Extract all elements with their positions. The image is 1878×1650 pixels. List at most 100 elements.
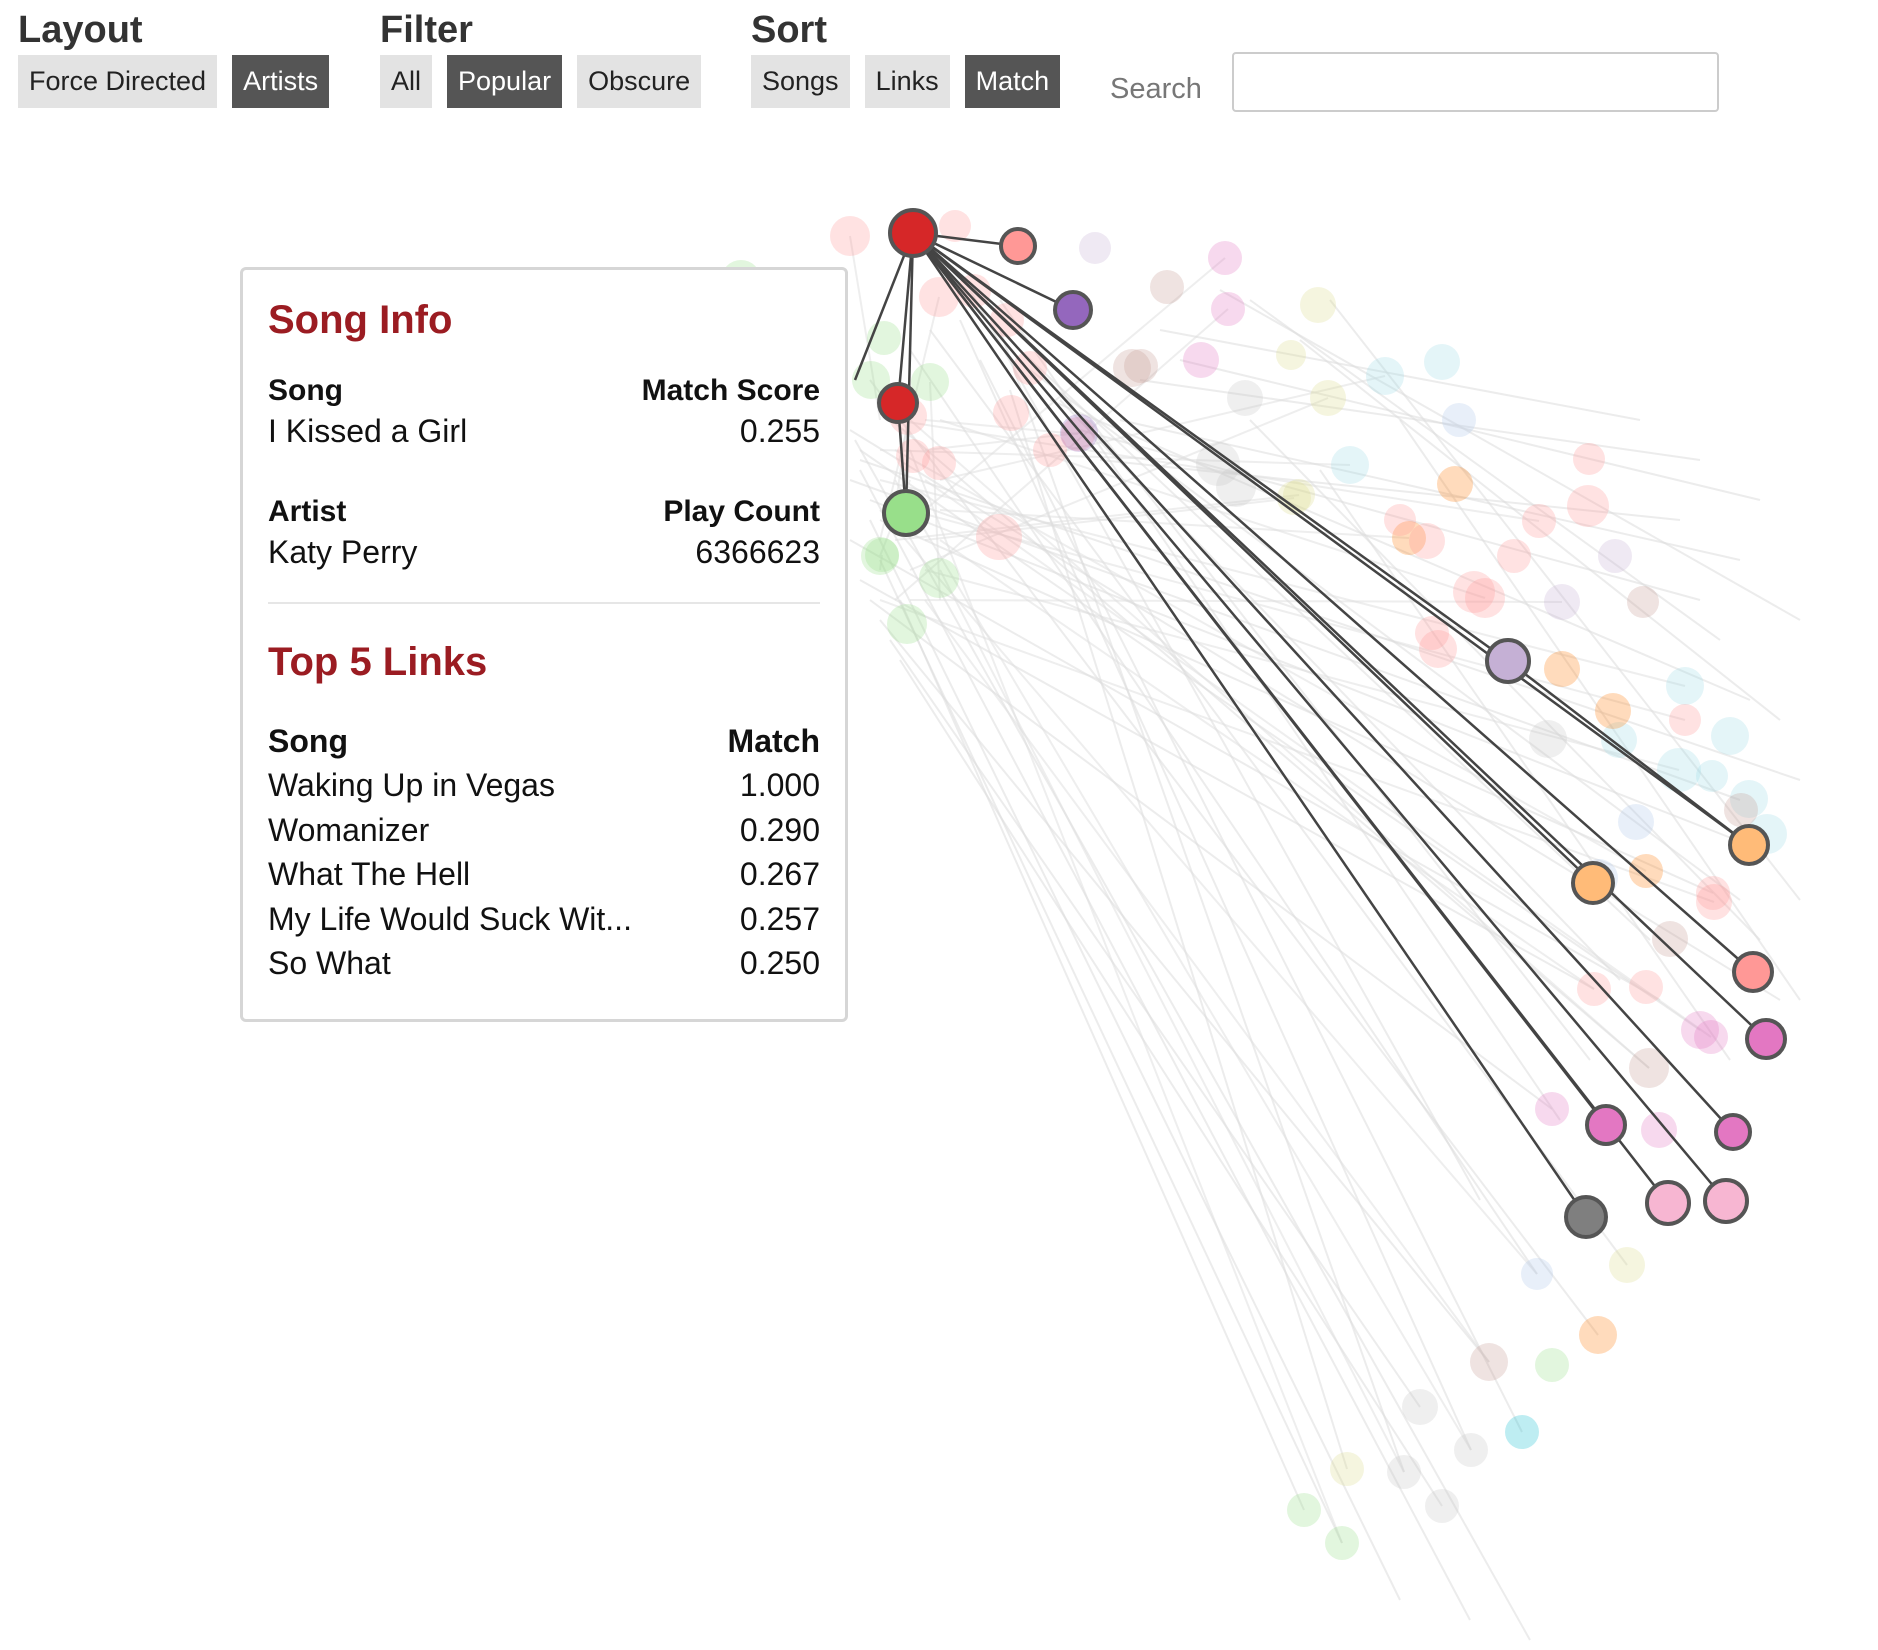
song-node[interactable] [1227, 380, 1263, 416]
song-node[interactable] [1573, 443, 1605, 475]
song-node[interactable] [1402, 1389, 1438, 1425]
filter-popular-button[interactable]: Popular [447, 55, 563, 108]
song-node[interactable] [1300, 287, 1336, 323]
song-node[interactable] [1629, 854, 1663, 888]
top-links-table: Song Match Waking Up in Vegas 1.000 Woma… [268, 719, 820, 986]
song-node[interactable] [1470, 1343, 1508, 1381]
song-node[interactable] [1598, 539, 1632, 573]
song-node[interactable] [1535, 1348, 1569, 1382]
song-node[interactable] [1079, 232, 1111, 264]
linked-song-node[interactable] [1732, 951, 1774, 993]
linked-song-node[interactable] [1571, 861, 1615, 905]
song-node[interactable] [1544, 651, 1580, 687]
linked-song-node[interactable] [882, 489, 930, 537]
force-directed-button[interactable]: Force Directed [18, 55, 218, 108]
song-node[interactable] [1366, 357, 1404, 395]
song-node[interactable] [1666, 667, 1704, 705]
song-node[interactable] [1641, 1112, 1677, 1148]
sort-links-button[interactable]: Links [864, 55, 950, 108]
linked-song-node[interactable] [1485, 638, 1531, 684]
song-node[interactable] [976, 514, 1022, 560]
linked-song-node[interactable] [999, 227, 1037, 265]
song-node[interactable] [1287, 1493, 1321, 1527]
song-node[interactable] [1694, 1020, 1728, 1054]
song-node[interactable] [1669, 704, 1701, 736]
song-node[interactable] [1150, 270, 1184, 304]
search-input[interactable] [1232, 52, 1719, 112]
song-node[interactable] [1424, 344, 1460, 380]
song-node[interactable] [1618, 804, 1654, 840]
link-song: Waking Up in Vegas [268, 767, 555, 803]
song-node[interactable] [1216, 467, 1256, 507]
match-score-value: 0.255 [739, 413, 820, 449]
linked-song-node[interactable] [1564, 1195, 1608, 1239]
highlighted-link [912, 232, 1734, 1133]
song-node[interactable] [1419, 630, 1457, 668]
song-node[interactable] [1211, 292, 1245, 326]
song-node[interactable] [1442, 403, 1476, 437]
selected-song-node[interactable] [888, 208, 938, 258]
link-match: 1.000 [739, 767, 820, 803]
link-song: So What [268, 945, 391, 982]
linked-song-node[interactable] [1645, 1180, 1691, 1226]
song-node[interactable] [1465, 578, 1505, 618]
song-node[interactable] [1183, 342, 1219, 378]
song-node[interactable] [1521, 1258, 1553, 1290]
song-node[interactable] [1579, 1316, 1617, 1354]
song-node[interactable] [1437, 466, 1473, 502]
song-node[interactable] [1627, 586, 1659, 618]
song-node[interactable] [1387, 1455, 1421, 1489]
song-node[interactable] [1276, 340, 1306, 370]
song-node[interactable] [1409, 523, 1445, 559]
song-node[interactable] [1696, 760, 1728, 792]
song-node[interactable] [1529, 720, 1567, 758]
table-row: Womanizer 0.290 [268, 808, 820, 853]
linked-song-node[interactable] [1703, 1178, 1749, 1224]
song-node[interactable] [1124, 349, 1158, 383]
sort-match-button[interactable]: Match [964, 55, 1061, 108]
song-node[interactable] [1544, 584, 1580, 620]
linked-song-node[interactable] [877, 382, 919, 424]
song-node[interactable] [1505, 1415, 1539, 1449]
filter-obscure-button[interactable]: Obscure [577, 55, 702, 108]
song-node[interactable] [1567, 485, 1609, 527]
song-node[interactable] [1331, 446, 1369, 484]
layout-title: Layout [18, 9, 143, 51]
song-node[interactable] [887, 604, 927, 644]
layout-control-group: Layout Force Directed Artists [18, 9, 330, 108]
song-node[interactable] [1384, 504, 1416, 536]
song-node[interactable] [1330, 1452, 1364, 1486]
linked-song-node[interactable] [1053, 290, 1093, 330]
linked-song-node[interactable] [1585, 1104, 1627, 1146]
song-node[interactable] [919, 558, 959, 598]
song-node[interactable] [1711, 717, 1749, 755]
song-node[interactable] [1629, 970, 1663, 1004]
song-node[interactable] [1696, 884, 1732, 920]
linked-song-node[interactable] [1714, 1113, 1752, 1151]
song-node[interactable] [993, 395, 1029, 431]
artists-button[interactable]: Artists [232, 55, 330, 108]
song-node[interactable] [1652, 921, 1688, 957]
song-node[interactable] [865, 538, 899, 572]
song-info-tooltip: Song Info Song Match Score I Kissed a Gi… [240, 267, 848, 1022]
song-node[interactable] [1325, 1526, 1359, 1560]
faded-link [909, 449, 1343, 1544]
song-node[interactable] [830, 216, 870, 256]
linked-song-node[interactable] [1728, 824, 1770, 866]
song-node[interactable] [1497, 539, 1531, 573]
song-node[interactable] [1657, 748, 1701, 792]
song-node[interactable] [1595, 693, 1631, 729]
song-node[interactable] [1609, 1247, 1645, 1283]
song-node[interactable] [1577, 972, 1611, 1006]
search-label: Search [1110, 73, 1202, 105]
linked-song-node[interactable] [1745, 1018, 1787, 1060]
song-node[interactable] [1535, 1092, 1569, 1126]
filter-all-button[interactable]: All [380, 55, 433, 108]
song-node[interactable] [1208, 241, 1242, 275]
song-node[interactable] [1425, 1489, 1459, 1523]
song-node[interactable] [1310, 380, 1346, 416]
song-node[interactable] [1454, 1433, 1488, 1467]
song-node[interactable] [1724, 793, 1758, 827]
sort-songs-button[interactable]: Songs [751, 55, 850, 108]
song-node[interactable] [1522, 504, 1556, 538]
